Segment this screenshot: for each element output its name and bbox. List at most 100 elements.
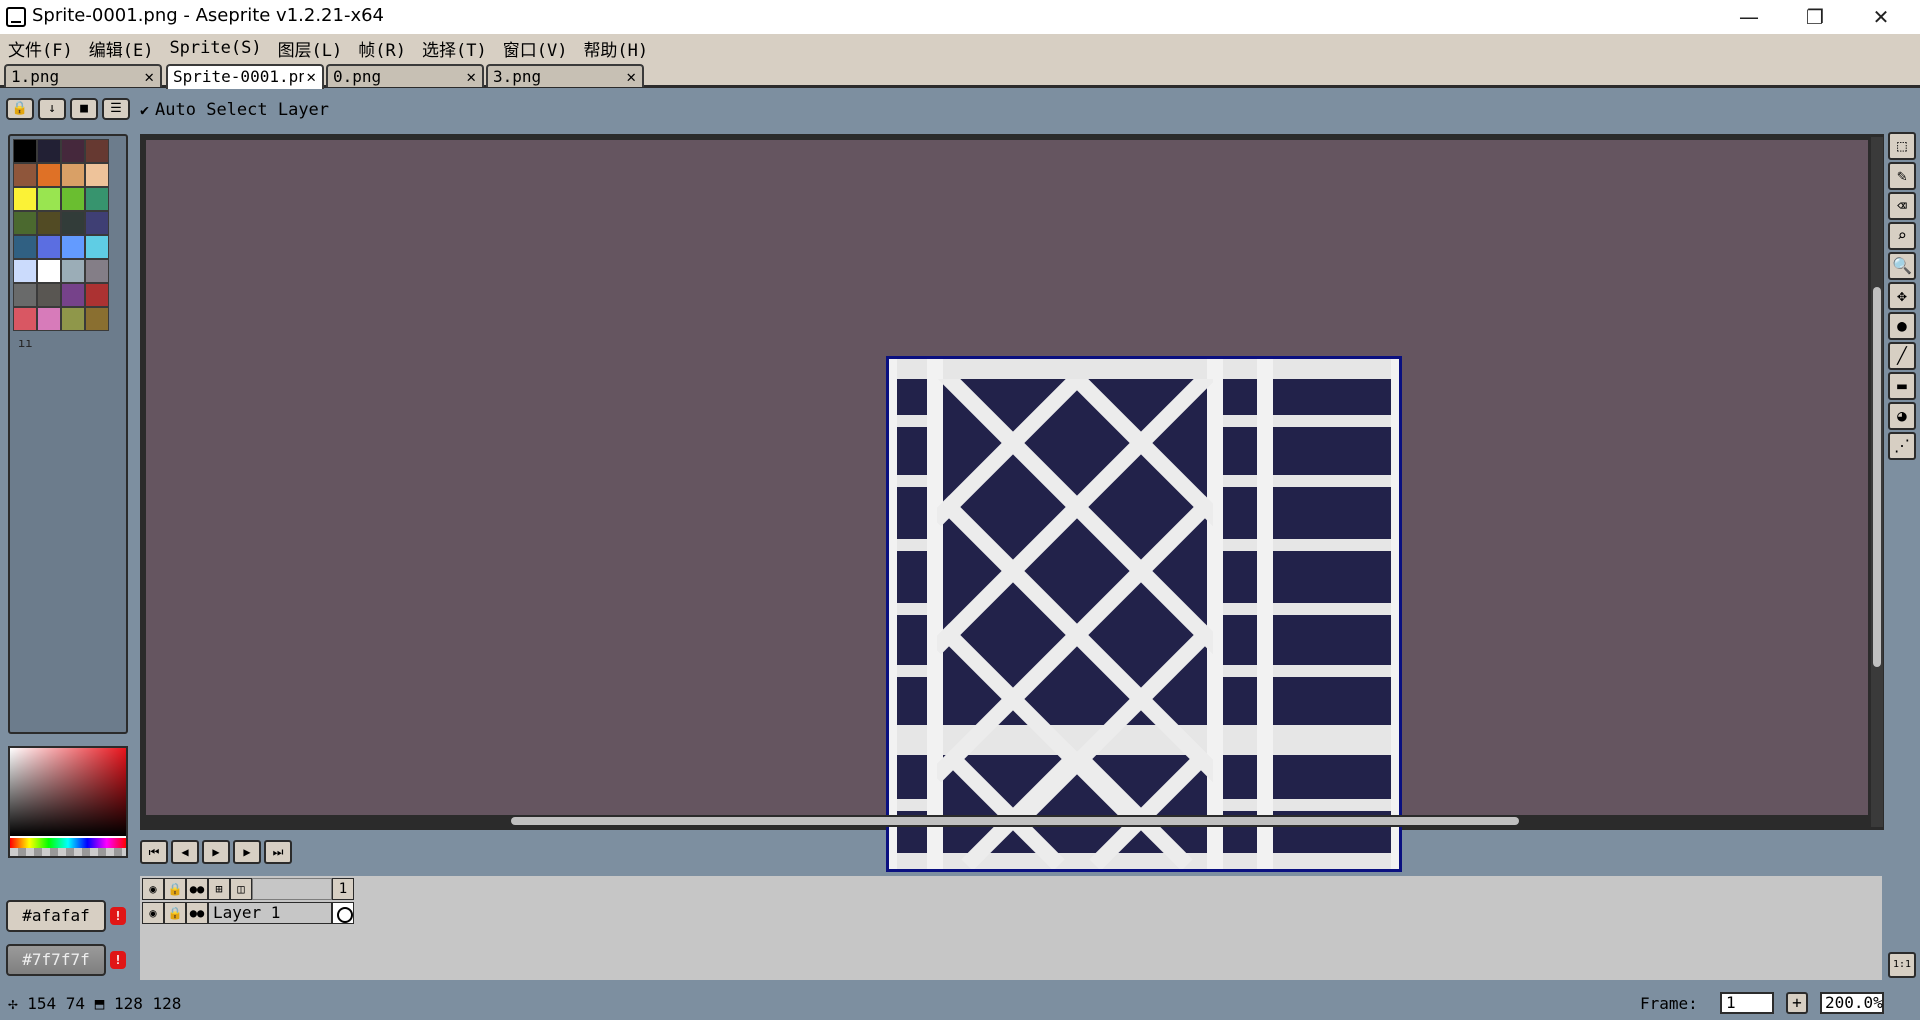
spray-icon[interactable]: ⋰ — [1888, 432, 1916, 460]
palette-swatch[interactable] — [85, 235, 109, 259]
close-icon[interactable]: ✕ — [144, 66, 154, 87]
lock-icon[interactable]: 🔒 — [164, 902, 186, 924]
eraser-icon[interactable]: ⌫ — [1888, 192, 1916, 220]
continuous-icon[interactable]: ●● — [186, 902, 208, 924]
sprite-canvas[interactable] — [886, 356, 1402, 872]
layer-name[interactable]: Layer 1 — [208, 902, 332, 924]
first-frame-icon[interactable]: ⏮ — [140, 840, 168, 864]
link-cels-icon[interactable]: ◫ — [230, 878, 252, 900]
menu-select[interactable]: 选择(T) — [422, 36, 487, 61]
menu-window[interactable]: 窗口(V) — [503, 36, 568, 61]
continuous-icon[interactable]: ●● — [186, 878, 208, 900]
eyedropper-icon[interactable]: ⌕ — [1888, 222, 1916, 250]
onion-skin-icon[interactable]: ⊞ — [208, 878, 230, 900]
palette-swatch[interactable] — [61, 307, 85, 331]
palette-swatch[interactable] — [13, 187, 37, 211]
saturation-value-area[interactable] — [10, 748, 126, 836]
lock-icon[interactable]: 🔒 — [164, 878, 186, 900]
menu-layer[interactable]: 图层(L) — [278, 36, 343, 61]
palette-swatch[interactable] — [13, 307, 37, 331]
zoom-1to1-button[interactable]: 1:1 — [1888, 952, 1916, 978]
palette-resize-handle[interactable]: ıı — [18, 336, 32, 350]
palette-swatch[interactable] — [37, 139, 61, 163]
palette-swatch[interactable] — [37, 235, 61, 259]
palette-swatch[interactable] — [85, 187, 109, 211]
palette-swatch[interactable] — [37, 283, 61, 307]
zoom-icon[interactable]: 🔍 — [1888, 252, 1916, 280]
tab-sprite-0001-png[interactable]: Sprite-0001.png ✕ — [166, 64, 324, 89]
hue-slider[interactable] — [10, 838, 126, 848]
color-spectrum[interactable] — [8, 746, 128, 858]
frame-header[interactable]: 1 — [332, 878, 354, 900]
menu-edit[interactable]: 编辑(E) — [89, 36, 154, 61]
palette-swatch[interactable] — [85, 211, 109, 235]
frame-input[interactable]: 1 — [1720, 992, 1774, 1014]
close-window-button[interactable]: ✕ — [1848, 0, 1914, 34]
horizontal-scrollbar[interactable] — [143, 815, 1871, 827]
close-icon[interactable]: ✕ — [466, 66, 476, 87]
palette-swatch[interactable] — [37, 259, 61, 283]
palette-swatch[interactable] — [85, 259, 109, 283]
palette-swatch[interactable] — [61, 259, 85, 283]
palette-swatch[interactable] — [13, 139, 37, 163]
palette-swatch[interactable] — [37, 187, 61, 211]
layer-row[interactable]: ◉ 🔒 ●● Layer 1 — [142, 902, 354, 924]
palette-swatch[interactable] — [61, 235, 85, 259]
marquee-icon[interactable]: ⬚ — [1888, 132, 1916, 160]
tab-0-png[interactable]: 0.png ✕ — [326, 64, 484, 87]
restore-button[interactable]: ❐ — [1782, 0, 1848, 34]
palette-swatch[interactable] — [85, 163, 109, 187]
palette-swatch[interactable] — [13, 211, 37, 235]
palette-swatch[interactable] — [37, 163, 61, 187]
eye-icon[interactable]: ◉ — [142, 878, 164, 900]
menu-file[interactable]: 文件(F) — [8, 36, 73, 61]
palette-swatch[interactable] — [85, 139, 109, 163]
next-frame-icon[interactable]: ▶ — [233, 840, 261, 864]
pencil-icon[interactable]: ✎ — [1888, 162, 1916, 190]
checkbox-check-icon[interactable]: ✔ — [140, 101, 149, 119]
editor-viewport[interactable] — [140, 134, 1884, 872]
close-icon[interactable]: ✕ — [626, 66, 636, 87]
menu-frame[interactable]: 帧(R) — [358, 36, 406, 61]
vertical-scrollbar[interactable] — [1871, 137, 1883, 827]
tab-3-png[interactable]: 3.png ✕ — [486, 64, 644, 87]
timeline-panel[interactable]: ◉ 🔒 ●● ⊞ ◫ 1 ◉ 🔒 ●● Layer 1 — [138, 874, 1884, 982]
move-icon[interactable]: ✥ — [1888, 282, 1916, 310]
palette-swatch[interactable] — [85, 283, 109, 307]
palette-swatch[interactable] — [37, 211, 61, 235]
palette-lock-icon[interactable]: 🔒 — [6, 98, 34, 120]
palette-options-icon[interactable]: ☰ — [102, 98, 130, 120]
bucket-icon[interactable]: ● — [1888, 312, 1916, 340]
palette-swatch[interactable] — [37, 307, 61, 331]
zoom-input[interactable]: 200.0% — [1820, 992, 1884, 1014]
play-icon[interactable]: ▶ — [202, 840, 230, 864]
palette-swatch[interactable] — [61, 187, 85, 211]
palette-swatch[interactable] — [13, 283, 37, 307]
canvas-background[interactable] — [146, 140, 1868, 872]
last-frame-icon[interactable]: ⏭ — [264, 840, 292, 864]
warning-icon[interactable]: ! — [110, 907, 126, 925]
palette-swatch[interactable] — [61, 163, 85, 187]
palette-presets-icon[interactable]: ■ — [70, 98, 98, 120]
line-icon[interactable]: ╱ — [1888, 342, 1916, 370]
palette-swatch[interactable] — [13, 259, 37, 283]
palette-swatch[interactable] — [61, 139, 85, 163]
menu-sprite[interactable]: Sprite(S) — [169, 38, 261, 58]
menu-help[interactable]: 帮助(H) — [583, 36, 648, 61]
palette-swatch[interactable] — [85, 307, 109, 331]
horizontal-scrollbar-thumb[interactable] — [511, 817, 1519, 825]
tab-1-png[interactable]: 1.png ✕ — [4, 64, 162, 87]
new-frame-button[interactable]: + — [1786, 992, 1808, 1014]
palette-swatch[interactable] — [61, 283, 85, 307]
background-color-button[interactable]: #7f7f7f — [6, 944, 106, 976]
rectangle-icon[interactable]: ▬ — [1888, 372, 1916, 400]
cel-frame-1[interactable] — [332, 902, 354, 924]
warning-icon[interactable]: ! — [110, 951, 126, 969]
auto-select-layer-label[interactable]: Auto Select Layer — [155, 100, 329, 120]
curve-icon[interactable]: ◕ — [1888, 402, 1916, 430]
palette-swatch[interactable] — [61, 211, 85, 235]
prev-frame-icon[interactable]: ◀ — [171, 840, 199, 864]
foreground-color-button[interactable]: #afafaf — [6, 900, 106, 932]
eye-icon[interactable]: ◉ — [142, 902, 164, 924]
palette-swatch[interactable] — [13, 163, 37, 187]
